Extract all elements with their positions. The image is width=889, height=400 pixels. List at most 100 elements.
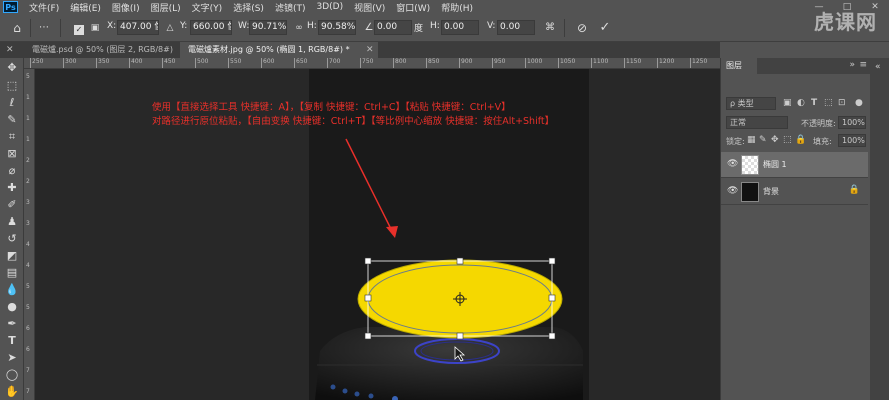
annotation-line-2: 对路径进行原位粘贴，【自由变换 快捷键：Ctrl+T】【等比例中心缩放 快捷键：… (152, 116, 555, 127)
brush-tool-icon[interactable]: ✐ (4, 197, 20, 213)
layer-thumbnail (741, 155, 759, 175)
menu-help[interactable]: 帮助(H) (441, 1, 473, 14)
eraser-tool-icon[interactable]: ◩ (4, 248, 20, 264)
ruler-tick (294, 58, 295, 68)
panel-menu-icon[interactable]: ≡ (859, 60, 867, 70)
menu-3d[interactable]: 3D(D) (316, 2, 343, 12)
tab-document-2[interactable]: 電磁爐素材.jpg @ 50% (椭圆 1, RGB/8#) * ✕ (180, 42, 378, 58)
reference-point-icon[interactable]: ▣ (86, 19, 104, 37)
ruler-tick (162, 58, 163, 68)
angle-input[interactable]: 0.00 (374, 20, 412, 35)
filter-shape-icon[interactable]: ⬚ (824, 98, 833, 108)
opacity-input[interactable]: 100% (838, 116, 866, 129)
link-icon[interactable]: ∞ (290, 19, 308, 37)
layer-filter-select[interactable]: ρ 类型 (726, 97, 776, 110)
canvas-workspace[interactable]: 使用【直接选择工具 快捷键：A】，【复制 快捷键：Ctrl+C】【粘贴 快捷键：… (35, 69, 720, 400)
ruler-tick-label: 700 (329, 58, 341, 65)
eyedropper-tool-icon[interactable]: ⌀ (4, 163, 20, 179)
path-selection-tool-icon[interactable]: ➤ (4, 350, 20, 366)
fill-input[interactable]: 100% (838, 134, 866, 147)
arrow-line (345, 138, 394, 234)
lasso-tool-icon[interactable]: ℓ (4, 95, 20, 111)
filter-pixel-icon[interactable]: ▣ (783, 98, 792, 108)
collapse-icon[interactable]: » (849, 60, 855, 70)
menu-edit[interactable]: 编辑(E) (70, 1, 101, 14)
hand-tool-icon[interactable]: ✋ (4, 384, 20, 400)
cancel-transform-icon[interactable]: ⊘ (573, 19, 591, 37)
blend-mode-select[interactable]: 正常 (726, 116, 788, 129)
frame-tool-icon[interactable]: ⊠ (4, 146, 20, 162)
menu-select[interactable]: 选择(S) (233, 1, 264, 14)
layers-tab-bar: 图层 » ≡ (721, 58, 871, 74)
ruler-tick (657, 58, 658, 68)
ruler-tick-label: 7 (26, 388, 30, 395)
menu-layer[interactable]: 图层(L) (151, 1, 181, 14)
lock-artboard-icon[interactable]: ⬚ (783, 135, 792, 145)
ruler-tick-label: 5 (26, 73, 30, 80)
ruler-tick-label: 5 (26, 283, 30, 290)
dock-expand-icon[interactable]: « (875, 62, 881, 72)
warp-icon[interactable]: ⌘ (541, 19, 559, 37)
quick-select-tool-icon[interactable]: ✎ (4, 112, 20, 128)
gradient-tool-icon[interactable]: ▤ (4, 265, 20, 281)
height-input[interactable]: 90.58% (318, 20, 356, 35)
ruler-tick (624, 58, 625, 68)
tab-layers[interactable]: 图层 (721, 58, 757, 74)
ruler-tick-label: 900 (461, 58, 473, 65)
blur-tool-icon[interactable]: 💧 (4, 282, 20, 298)
hskew-input[interactable]: 0.00 (441, 20, 479, 35)
lock-all-icon[interactable]: 🔒 (795, 135, 806, 145)
lock-position-icon[interactable]: ✥ (771, 135, 779, 145)
healing-tool-icon[interactable]: ✚ (4, 180, 20, 196)
filter-toggle-icon[interactable]: ● (855, 98, 863, 108)
lock-transparent-icon[interactable]: ▦ (747, 135, 756, 145)
y-input[interactable]: 660.00 像 (190, 20, 232, 35)
menu-image[interactable]: 图像(I) (112, 1, 140, 14)
menu-type[interactable]: 文字(Y) (192, 1, 223, 14)
options-bar: ⌂ ⋯ ✓ ▣ X: 407.00 像 △ Y: 660.00 像 W: 90.… (0, 14, 889, 42)
tab-document-1[interactable]: 電磁爐.psd @ 50% (图层 2, RGB/8#) ✕ (0, 42, 180, 58)
lock-pixels-icon[interactable]: ✎ (759, 135, 767, 145)
vskew-input[interactable]: 0.00 (497, 20, 535, 35)
dodge-tool-icon[interactable]: ● (4, 299, 20, 315)
stamp-tool-icon[interactable]: ♟ (4, 214, 20, 230)
commit-transform-icon[interactable]: ✓ (596, 19, 614, 37)
ruler-tick-label: 600 (263, 58, 275, 65)
ruler-tick (261, 58, 262, 68)
filter-type-icon[interactable]: T (811, 98, 817, 108)
menu-file[interactable]: 文件(F) (29, 1, 59, 14)
ruler-tick-label: 1 (26, 94, 30, 101)
ruler-tick-label: 3 (26, 220, 30, 227)
delta-icon[interactable]: △ (161, 19, 179, 37)
ruler-tick (492, 58, 493, 68)
layer-row-background[interactable]: 👁 背景 🔒 (721, 179, 868, 205)
ruler-tick-label: 1050 (560, 58, 576, 65)
visibility-eye-icon[interactable]: 👁 (727, 159, 738, 169)
history-brush-tool-icon[interactable]: ↺ (4, 231, 20, 247)
menu-view[interactable]: 视图(V) (354, 1, 385, 14)
filter-smart-icon[interactable]: ⊡ (838, 98, 846, 108)
close-icon[interactable]: ✕ (366, 42, 374, 58)
layer-row-ellipse[interactable]: 👁 椭圆 1 (721, 152, 868, 178)
ellipse-tool-icon[interactable]: ◯ (4, 367, 20, 383)
menu-window[interactable]: 窗口(W) (396, 1, 430, 14)
home-icon[interactable]: ⌂ (8, 19, 26, 37)
crop-tool-icon[interactable]: ⌗ (4, 129, 20, 145)
move-tool-icon[interactable]: ✥ (4, 60, 20, 76)
marquee-tool-icon[interactable]: ⬚ (4, 78, 20, 94)
watermark-logo: 虎课网 (814, 10, 877, 34)
filter-adjust-icon[interactable]: ◐ (797, 98, 805, 108)
ruler-tick (63, 58, 64, 68)
menu-bar: Ps 文件(F) 编辑(E) 图像(I) 图层(L) 文字(Y) 选择(S) 滤… (0, 0, 889, 14)
ruler-tick-label: 2 (26, 178, 30, 185)
close-icon[interactable]: ✕ (6, 42, 14, 58)
x-input[interactable]: 407.00 像 (117, 20, 159, 35)
tool-preset-icon[interactable]: ⋯ (35, 19, 53, 37)
width-input[interactable]: 90.71% (249, 20, 287, 35)
ruler-vertical: 5 1 1 1 2 2 3 3 4 4 5 5 6 6 7 7 (24, 69, 35, 400)
tools-panel: ✥ ⬚ ℓ ✎ ⌗ ⊠ ⌀ ✚ ✐ ♟ ↺ ◩ ▤ 💧 ● ✒ T ➤ ◯ ✋ (0, 58, 24, 400)
type-tool-icon[interactable]: T (4, 333, 20, 349)
pen-tool-icon[interactable]: ✒ (4, 316, 20, 332)
visibility-eye-icon[interactable]: 👁 (727, 186, 738, 196)
menu-filter[interactable]: 滤镜(T) (275, 1, 306, 14)
